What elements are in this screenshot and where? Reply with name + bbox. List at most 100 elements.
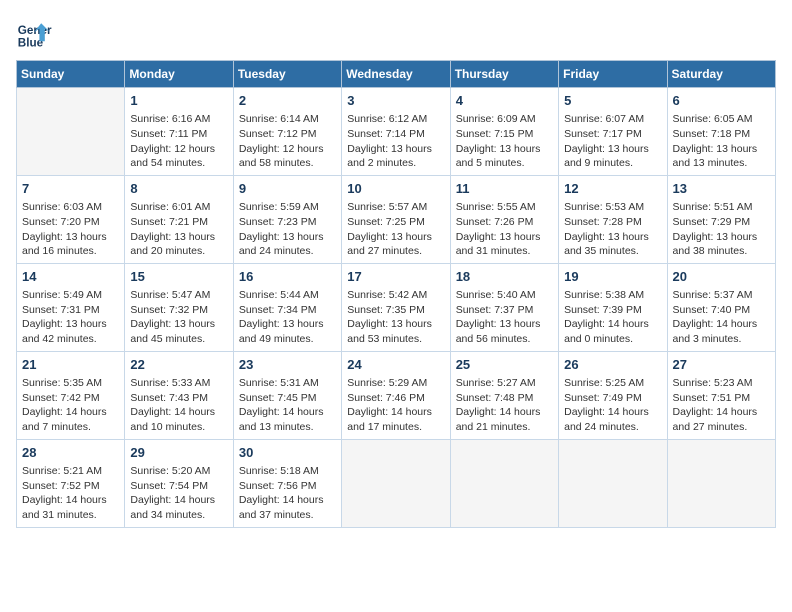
week-row-4: 21Sunrise: 5:35 AM Sunset: 7:42 PM Dayli… [17,351,776,439]
day-info: Sunrise: 5:49 AM Sunset: 7:31 PM Dayligh… [22,288,119,347]
day-number: 12 [564,180,661,198]
calendar-cell: 2Sunrise: 6:14 AM Sunset: 7:12 PM Daylig… [233,88,341,176]
calendar-cell: 16 Sunrise: 5:44 AM Sunset: 7:34 PM Dayli… [233,263,341,351]
day-info: Sunrise: 6:05 AM Sunset: 7:18 PM Dayligh… [673,112,770,171]
calendar-table: SundayMondayTuesdayWednesdayThursdayFrid… [16,60,776,528]
day-number: 15 [130,268,227,286]
calendar-cell: 22 Sunrise: 5:33 AM Sunset: 7:43 PM Dayli… [125,351,233,439]
page-header: General Blue [16,16,776,52]
calendar-cell: 10 Sunrise: 5:57 AM Sunset: 7:25 PM Dayli… [342,175,450,263]
day-number: 9 [239,180,336,198]
week-row-1: 1 Sunrise: 6:16 AM Sunset: 7:11 PM Daylig… [17,88,776,176]
day-number: 24 [347,356,444,374]
day-info: Sunrise: 5:33 AM Sunset: 7:43 PM Dayligh… [130,376,227,435]
day-number: 10 [347,180,444,198]
day-number: 2 [239,92,336,110]
day-info: Sunrise: 6:03 AM Sunset: 7:20 PM Dayligh… [22,200,119,259]
day-info: Sunrise: 6:09 AM Sunset: 7:15 PM Dayligh… [456,112,553,171]
calendar-cell: 3 Sunrise: 6:12 AM Sunset: 7:14 PM Daylig… [342,88,450,176]
calendar-cell: 20Sunrise: 5:37 AM Sunset: 7:40 PM Dayli… [667,263,775,351]
calendar-cell: 21Sunrise: 5:35 AM Sunset: 7:42 PM Dayli… [17,351,125,439]
day-info: Sunrise: 5:23 AM Sunset: 7:51 PM Dayligh… [673,376,770,435]
logo: General Blue [16,16,52,52]
day-number: 5 [564,92,661,110]
day-number: 28 [22,444,119,462]
calendar-cell: 25 Sunrise: 5:27 AM Sunset: 7:48 PM Dayli… [450,351,558,439]
day-info: Sunrise: 5:20 AM Sunset: 7:54 PM Dayligh… [130,464,227,523]
day-info: Sunrise: 5:27 AM Sunset: 7:48 PM Dayligh… [456,376,553,435]
week-row-3: 14 Sunrise: 5:49 AM Sunset: 7:31 PM Dayli… [17,263,776,351]
day-info: Sunrise: 6:16 AM Sunset: 7:11 PM Dayligh… [130,112,227,171]
header-tuesday: Tuesday [233,61,341,88]
day-number: 23 [239,356,336,374]
day-number: 18 [456,268,553,286]
calendar-cell [342,439,450,527]
calendar-header-row: SundayMondayTuesdayWednesdayThursdayFrid… [17,61,776,88]
day-number: 29 [130,444,227,462]
calendar-cell: 27 Sunrise: 5:23 AM Sunset: 7:51 PM Dayli… [667,351,775,439]
day-number: 27 [673,356,770,374]
day-number: 26 [564,356,661,374]
calendar-cell: 28 Sunrise: 5:21 AM Sunset: 7:52 PM Dayli… [17,439,125,527]
day-info: Sunrise: 6:12 AM Sunset: 7:14 PM Dayligh… [347,112,444,171]
day-number: 11 [456,180,553,198]
week-row-2: 7 Sunrise: 6:03 AM Sunset: 7:20 PM Daylig… [17,175,776,263]
calendar-cell [667,439,775,527]
day-number: 17 [347,268,444,286]
calendar-cell [17,88,125,176]
day-number: 16 [239,268,336,286]
calendar-cell: 18 Sunrise: 5:40 AM Sunset: 7:37 PM Dayli… [450,263,558,351]
day-info: Sunrise: 5:31 AM Sunset: 7:45 PM Dayligh… [239,376,336,435]
day-info: Sunrise: 5:38 AM Sunset: 7:39 PM Dayligh… [564,288,661,347]
day-number: 30 [239,444,336,462]
day-info: Sunrise: 5:57 AM Sunset: 7:25 PM Dayligh… [347,200,444,259]
day-number: 25 [456,356,553,374]
day-info: Sunrise: 5:53 AM Sunset: 7:28 PM Dayligh… [564,200,661,259]
day-info: Sunrise: 5:59 AM Sunset: 7:23 PM Dayligh… [239,200,336,259]
day-number: 14 [22,268,119,286]
calendar-cell: 19 Sunrise: 5:38 AM Sunset: 7:39 PM Dayli… [559,263,667,351]
svg-text:General: General [18,24,52,37]
day-info: Sunrise: 5:29 AM Sunset: 7:46 PM Dayligh… [347,376,444,435]
day-info: Sunrise: 5:21 AM Sunset: 7:52 PM Dayligh… [22,464,119,523]
calendar-cell: 11 Sunrise: 5:55 AM Sunset: 7:26 PM Dayli… [450,175,558,263]
calendar-cell: 7 Sunrise: 6:03 AM Sunset: 7:20 PM Daylig… [17,175,125,263]
day-number: 4 [456,92,553,110]
calendar-cell: 23 Sunrise: 5:31 AM Sunset: 7:45 PM Dayli… [233,351,341,439]
calendar-cell: 8Sunrise: 6:01 AM Sunset: 7:21 PM Daylig… [125,175,233,263]
calendar-cell: 12 Sunrise: 5:53 AM Sunset: 7:28 PM Dayli… [559,175,667,263]
day-info: Sunrise: 5:47 AM Sunset: 7:32 PM Dayligh… [130,288,227,347]
calendar-cell: 9 Sunrise: 5:59 AM Sunset: 7:23 PM Daylig… [233,175,341,263]
day-number: 22 [130,356,227,374]
day-info: Sunrise: 5:35 AM Sunset: 7:42 PM Dayligh… [22,376,119,435]
day-info: Sunrise: 5:25 AM Sunset: 7:49 PM Dayligh… [564,376,661,435]
calendar-cell: 15 Sunrise: 5:47 AM Sunset: 7:32 PM Dayli… [125,263,233,351]
calendar-cell: 6Sunrise: 6:05 AM Sunset: 7:18 PM Daylig… [667,88,775,176]
day-info: Sunrise: 6:01 AM Sunset: 7:21 PM Dayligh… [130,200,227,259]
day-number: 19 [564,268,661,286]
calendar-cell: 29 Sunrise: 5:20 AM Sunset: 7:54 PM Dayli… [125,439,233,527]
calendar-cell: 17 Sunrise: 5:42 AM Sunset: 7:35 PM Dayli… [342,263,450,351]
week-row-5: 28 Sunrise: 5:21 AM Sunset: 7:52 PM Dayli… [17,439,776,527]
calendar-cell: 1 Sunrise: 6:16 AM Sunset: 7:11 PM Daylig… [125,88,233,176]
day-number: 7 [22,180,119,198]
header-saturday: Saturday [667,61,775,88]
calendar-cell: 24 Sunrise: 5:29 AM Sunset: 7:46 PM Dayli… [342,351,450,439]
day-info: Sunrise: 5:55 AM Sunset: 7:26 PM Dayligh… [456,200,553,259]
header-sunday: Sunday [17,61,125,88]
header-monday: Monday [125,61,233,88]
calendar-cell: 30 Sunrise: 5:18 AM Sunset: 7:56 PM Dayli… [233,439,341,527]
calendar-cell: 14 Sunrise: 5:49 AM Sunset: 7:31 PM Dayli… [17,263,125,351]
logo-icon: General Blue [16,16,52,52]
header-friday: Friday [559,61,667,88]
day-number: 3 [347,92,444,110]
day-info: Sunrise: 5:44 AM Sunset: 7:34 PM Dayligh… [239,288,336,347]
calendar-cell: 4 Sunrise: 6:09 AM Sunset: 7:15 PM Daylig… [450,88,558,176]
calendar-cell [559,439,667,527]
day-info: Sunrise: 5:42 AM Sunset: 7:35 PM Dayligh… [347,288,444,347]
header-thursday: Thursday [450,61,558,88]
day-number: 1 [130,92,227,110]
day-info: Sunrise: 5:40 AM Sunset: 7:37 PM Dayligh… [456,288,553,347]
day-info: Sunrise: 5:18 AM Sunset: 7:56 PM Dayligh… [239,464,336,523]
calendar-cell: 5Sunrise: 6:07 AM Sunset: 7:17 PM Daylig… [559,88,667,176]
